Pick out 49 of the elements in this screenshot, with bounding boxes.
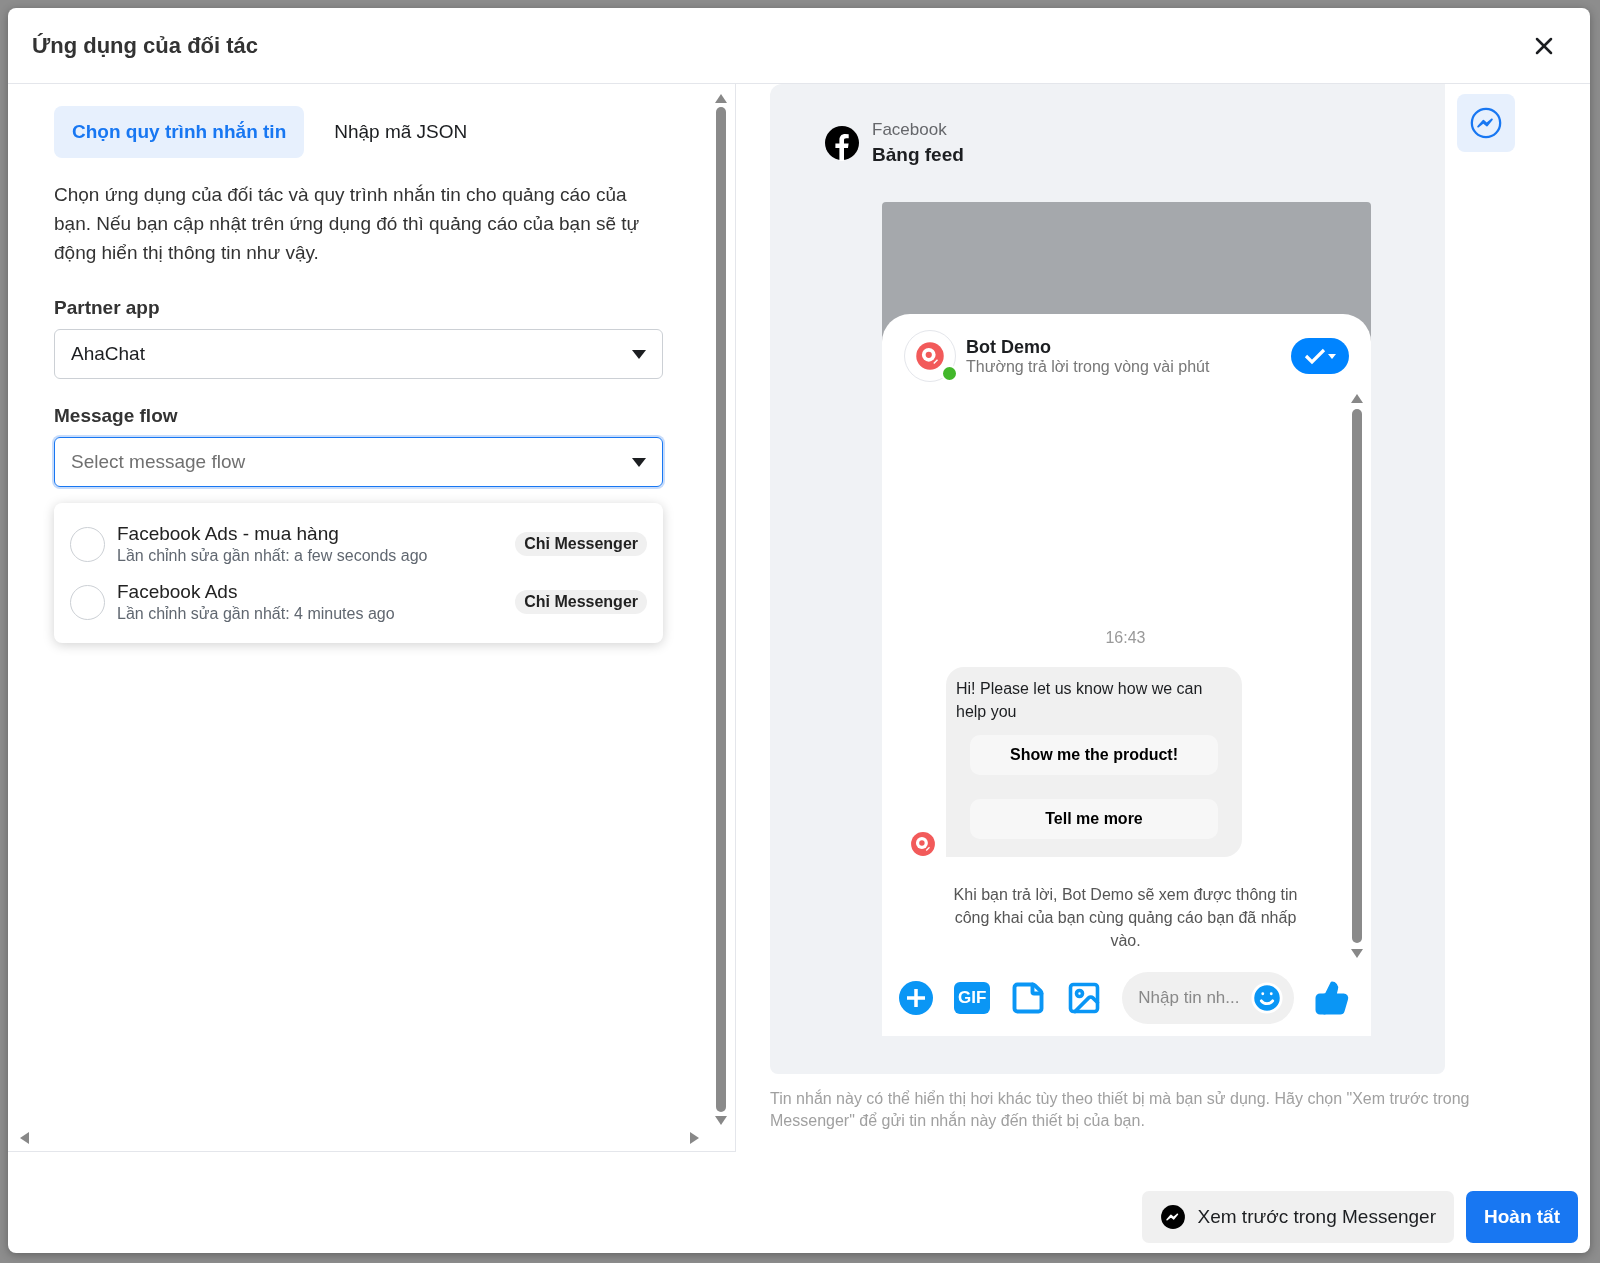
messenger-icon	[1159, 1204, 1186, 1230]
privacy-notice: Khi bạn trả lời, Bot Demo sẽ xem được thông tin công khai của bạn cùng quảng cáo bạn đã nhấp vào.	[952, 885, 1299, 951]
response-time-text: Thường trả lời trong vòng vài phút	[966, 357, 1211, 376]
tab[interactable]: Chọn quy trình nhắn tin	[54, 106, 305, 158]
dropdown-caret-icon	[632, 457, 646, 467]
done-button[interactable]: Hoàn tất	[1466, 1191, 1578, 1243]
caret-icon[interactable]	[1328, 353, 1336, 359]
smiley-icon[interactable]	[1250, 981, 1285, 1015]
scroll-left-arrow-icon[interactable]	[20, 1132, 29, 1144]
scroll-down-arrow-icon[interactable]	[1351, 949, 1363, 958]
messenger-only-badge: Chỉ Messenger	[515, 590, 647, 614]
field-label: Message flow	[54, 405, 179, 427]
scroll-down-arrow-icon[interactable]	[715, 1116, 727, 1125]
scroll-up-arrow-icon[interactable]	[715, 94, 727, 103]
bot-logo-icon	[915, 341, 945, 371]
description-text: Chọn ứng dụng của đối tác và quy trình nhắn tin cho quảng cáo của bạn. Nếu bạn cập nhật trên ứng dụng đó thì quảng cáo của bạn sẽ tự động hiển thị thông tin như vậy.	[54, 183, 641, 265]
message-text: Hi! Please let us know how we can help you	[956, 679, 1204, 722]
last-edited-text: Lần chỉnh sửa gần nhất: 4 minutes ago	[117, 605, 396, 623]
flow-name[interactable]: Facebook Ads	[117, 581, 504, 603]
scroll-up-arrow-icon[interactable]	[1351, 394, 1363, 403]
check-dropdown-button[interactable]	[1291, 338, 1349, 374]
messenger-only-badge: Chỉ Messenger	[515, 532, 647, 556]
thumbs-up-icon[interactable]	[1314, 980, 1351, 1016]
messenger-preview-button[interactable]	[1457, 94, 1515, 152]
field-label: Partner app	[54, 297, 161, 319]
platform-label: Facebook	[872, 120, 948, 140]
messenger-icon	[1469, 106, 1503, 140]
quick-reply-button[interactable]: Tell me more	[970, 799, 1218, 839]
partner-app-select[interactable]: AhaChat	[54, 329, 663, 379]
preview-note: Tin nhắn này có thể hiển thị hơi khác tùy theo thiết bị mà bạn sử dụng. Hãy chọn "Xem trước trong Messenger" để gửi tin nhắn này đến thiết bị của bạn.	[770, 1088, 1471, 1131]
dropdown-caret-icon	[632, 349, 646, 359]
last-edited-text: Lần chỉnh sửa gần nhất: a few seconds ago	[117, 547, 429, 565]
flow-name[interactable]: Facebook Ads - mua hàng	[117, 523, 504, 545]
scroll-right-arrow-icon[interactable]	[690, 1132, 699, 1144]
placement-label: Bảng feed	[872, 144, 964, 166]
facebook-logo-icon	[824, 125, 860, 161]
plus-icon[interactable]	[898, 980, 934, 1016]
quick-reply-button[interactable]: Show me the product!	[970, 735, 1218, 775]
message-flow-select[interactable]: Select message flow	[54, 437, 663, 487]
preview-in-messenger-button[interactable]: Xem trước trong Messenger	[1141, 1191, 1454, 1243]
check-icon[interactable]	[1304, 347, 1326, 365]
scrollbar-thumb[interactable]	[716, 107, 726, 1112]
message-input-field[interactable]: Nhập tin nh...	[1122, 972, 1295, 1024]
message-time: 16:43	[1105, 629, 1146, 647]
scrollbar-thumb[interactable]	[1352, 409, 1362, 943]
dialog-title: Ứng dụng của đối tác	[32, 32, 259, 59]
bot-logo-icon	[910, 831, 936, 857]
page-name: Bot Demo	[966, 336, 1052, 358]
tab[interactable]: Nhập mã JSON	[316, 106, 486, 158]
